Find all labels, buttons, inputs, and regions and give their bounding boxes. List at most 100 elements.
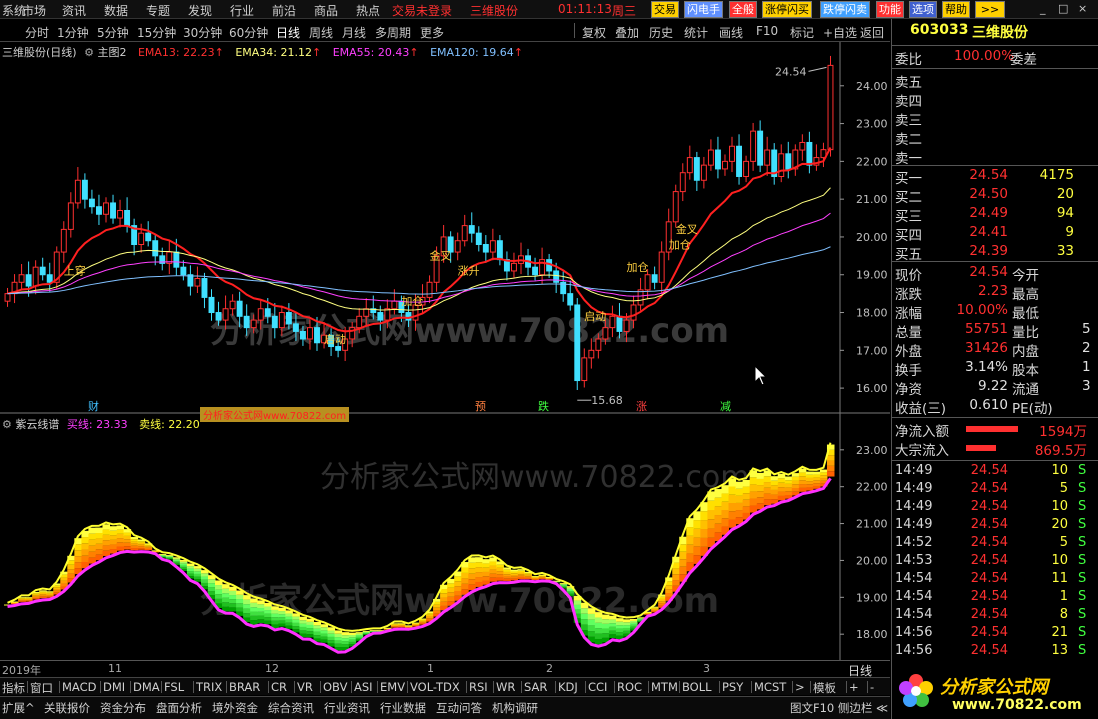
- menu-market[interactable]: 市场: [22, 2, 46, 19]
- tool-overlay[interactable]: 叠加: [615, 24, 639, 41]
- bid-row-2[interactable]: 买二 24.50 20: [892, 186, 1098, 206]
- indicator-tab-20[interactable]: MTM: [651, 680, 678, 694]
- period-60min[interactable]: 60分钟: [229, 24, 268, 41]
- period-multi[interactable]: 多周期: [375, 24, 411, 41]
- indicator-tab-21[interactable]: BOLL: [682, 680, 712, 694]
- indicator-tab-19[interactable]: ROC: [617, 680, 642, 694]
- menu-frontier[interactable]: 前沿: [272, 2, 296, 19]
- cloud-band: [496, 574, 504, 578]
- indicator-tab-0[interactable]: 指标: [2, 680, 25, 696]
- more-button[interactable]: >>: [975, 1, 1005, 18]
- help-button[interactable]: 帮助: [942, 1, 970, 18]
- indicator-tab-3[interactable]: DMI: [103, 680, 125, 694]
- indicator-tab-12[interactable]: EMV: [380, 680, 405, 694]
- indicator-tab-13[interactable]: VOL-TDX: [410, 680, 460, 694]
- info-tab-9[interactable]: 机构调研: [492, 700, 538, 716]
- indicator-tab-11[interactable]: ASI: [354, 680, 373, 694]
- tick-side: S: [1078, 499, 1087, 514]
- period-5min[interactable]: 5分钟: [97, 24, 129, 41]
- info-tab-6[interactable]: 行业资讯: [324, 700, 370, 716]
- options-button[interactable]: 选项: [909, 1, 937, 18]
- indicator-tab-8[interactable]: CR: [271, 680, 287, 694]
- bid-row-5[interactable]: 买五 24.39 33: [892, 243, 1098, 263]
- limit-up-buy-button[interactable]: 涨停闪买: [762, 1, 812, 18]
- period-30min[interactable]: 30分钟: [183, 24, 222, 41]
- sidebar-toggle[interactable]: 图文F10 侧边栏 ≪: [790, 700, 888, 716]
- indicator-tab-14[interactable]: RSI: [469, 680, 488, 694]
- indicator-tab-10[interactable]: OBV: [323, 680, 347, 694]
- flash-trade-button[interactable]: 闪电手: [684, 1, 723, 18]
- ask-row-1[interactable]: 卖一: [892, 147, 1098, 167]
- bid-row-1[interactable]: 买一 24.54 4175: [892, 167, 1098, 187]
- info-tab-5[interactable]: 综合资讯: [268, 700, 314, 716]
- indicator-tab-5[interactable]: FSL: [164, 680, 184, 694]
- indicator-tab-2[interactable]: MACD: [62, 680, 96, 694]
- indicator-tab-27[interactable]: -: [870, 680, 874, 694]
- period-15min[interactable]: 15分钟: [137, 24, 176, 41]
- ask-row-3[interactable]: 卖三: [892, 109, 1098, 129]
- gear-icon[interactable]: ⚙: [84, 46, 94, 59]
- indicator-tab-15[interactable]: WR: [496, 680, 515, 694]
- menu-commodity[interactable]: 商品: [314, 2, 338, 19]
- info-tab-7[interactable]: 行业数据: [380, 700, 426, 716]
- trade-button[interactable]: 交易: [651, 1, 679, 18]
- menu-discover[interactable]: 发现: [188, 2, 212, 19]
- menu-news[interactable]: 资讯: [62, 2, 86, 19]
- menu-topic[interactable]: 专题: [146, 2, 170, 19]
- trade-login-status[interactable]: 交易未登录: [392, 2, 452, 19]
- info-tab-0[interactable]: 扩展^: [2, 700, 35, 716]
- chart-area[interactable]: 分析家公式网www.70822.com 分析家公式网www.70822.com 分析…: [0, 42, 890, 660]
- indicator-tab-1[interactable]: 窗口: [30, 680, 53, 696]
- ask-row-5[interactable]: 卖五: [892, 71, 1098, 91]
- period-monthly[interactable]: 月线: [342, 24, 366, 41]
- sub-gear-icon[interactable]: ⚙: [2, 418, 12, 431]
- indicator-tab-22[interactable]: PSY: [722, 680, 743, 694]
- indicator-tab-24[interactable]: >: [795, 680, 805, 694]
- period-weekly[interactable]: 周线: [309, 24, 333, 41]
- indicator-tab-4[interactable]: DMA: [133, 680, 160, 694]
- info-tab-3[interactable]: 盘面分析: [156, 700, 202, 716]
- menu-data[interactable]: 数据: [104, 2, 128, 19]
- close-icon[interactable]: ×: [1078, 2, 1087, 15]
- period-more[interactable]: 更多: [420, 24, 444, 41]
- bid-row-3[interactable]: 买三 24.49 94: [892, 205, 1098, 225]
- maximize-icon[interactable]: □: [1058, 2, 1068, 15]
- indicator-tab-23[interactable]: MCST: [754, 680, 786, 694]
- cloud-band: [271, 609, 279, 614]
- tool-history[interactable]: 历史: [649, 24, 673, 41]
- indicator-tab-17[interactable]: KDJ: [558, 680, 578, 694]
- period-1min[interactable]: 1分钟: [57, 24, 89, 41]
- full-button[interactable]: 全般: [729, 1, 757, 18]
- tool-f10[interactable]: F10: [756, 24, 778, 38]
- info-tab-2[interactable]: 资金分布: [100, 700, 146, 716]
- indicator-tab-7[interactable]: BRAR: [229, 680, 260, 694]
- indicator-tab-26[interactable]: +: [849, 680, 859, 694]
- tool-stats[interactable]: 统计: [684, 24, 708, 41]
- bid-row-4[interactable]: 买四 24.41 9: [892, 224, 1098, 244]
- logo-text: 分析家公式网: [940, 677, 1048, 698]
- indicator-tab-16[interactable]: SAR: [524, 680, 547, 694]
- function-button[interactable]: 功能: [876, 1, 904, 18]
- tool-draw[interactable]: 画线: [719, 24, 743, 41]
- indicator-tab-9[interactable]: VR: [297, 680, 313, 694]
- period-daily[interactable]: 日线: [276, 24, 300, 41]
- menu-hot[interactable]: 热点: [356, 2, 380, 19]
- minimize-icon[interactable]: _: [1040, 2, 1046, 15]
- chart-canvas[interactable]: 分析家公式网www.70822.com分析家公式网www.70822.com分析…: [0, 42, 890, 660]
- info-tab-4[interactable]: 境外资金: [212, 700, 258, 716]
- indicator-tab-18[interactable]: CCI: [588, 680, 607, 694]
- ask-row-4[interactable]: 卖四: [892, 90, 1098, 110]
- info-tab-8[interactable]: 互动问答: [436, 700, 482, 716]
- indicator-tab-6[interactable]: TRIX: [196, 680, 222, 694]
- indicator-tab-25[interactable]: 模板: [813, 680, 836, 696]
- ema120-label: EMA120: 19.64: [430, 46, 514, 59]
- menu-industry[interactable]: 行业: [230, 2, 254, 19]
- ask-row-2[interactable]: 卖二: [892, 128, 1098, 148]
- tool-mark[interactable]: 标记: [790, 24, 814, 41]
- tool-add-favorite[interactable]: +自选: [823, 24, 857, 41]
- limit-down-sell-button[interactable]: 跌停闪卖: [820, 1, 870, 18]
- info-tab-1[interactable]: 关联报价: [44, 700, 90, 716]
- tool-adjust[interactable]: 复权: [582, 24, 606, 41]
- tool-back[interactable]: 返回: [860, 24, 884, 41]
- period-timeshare[interactable]: 分时: [25, 24, 49, 41]
